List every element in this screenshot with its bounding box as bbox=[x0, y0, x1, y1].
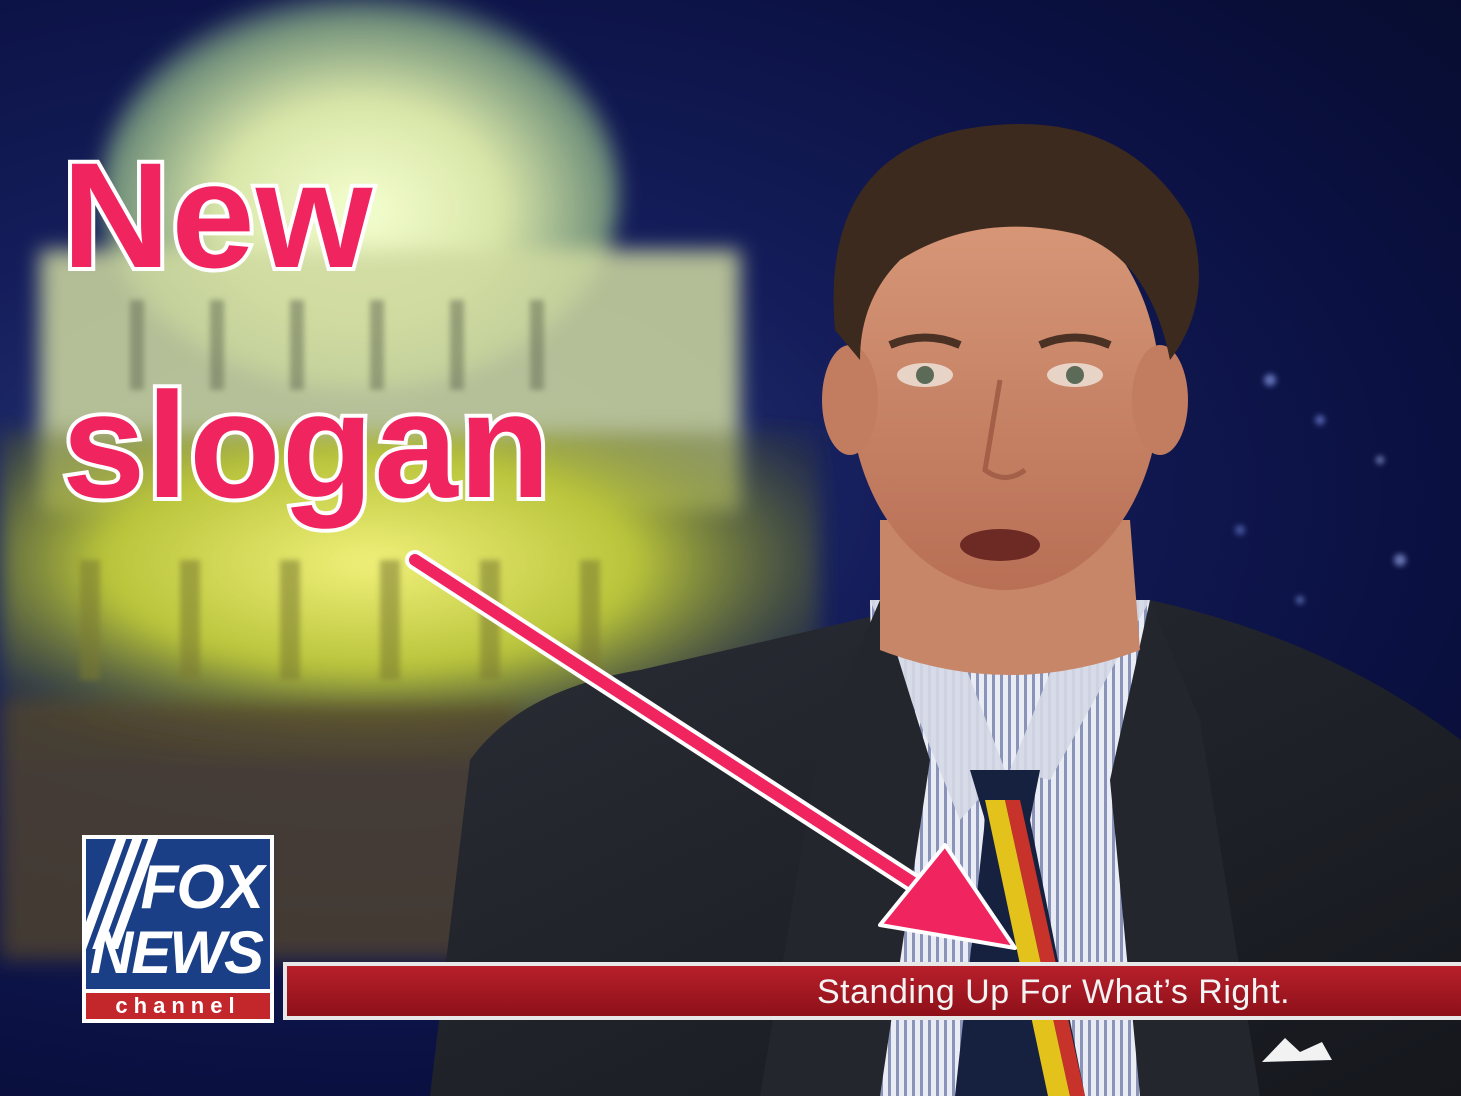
logo-word-channel: channel bbox=[115, 993, 241, 1018]
logo-red-panel: channel bbox=[86, 993, 270, 1019]
logo-blue-panel: FOX NEWS bbox=[86, 839, 270, 989]
logo-word-news: NEWS bbox=[90, 919, 264, 986]
annotation-new-label: New bbox=[58, 131, 376, 299]
slogan-text: Standing Up For What’s Right. bbox=[817, 973, 1291, 1011]
mouth bbox=[960, 529, 1040, 561]
logo-word-fox: FOX bbox=[140, 853, 264, 922]
background-lights bbox=[1235, 374, 1406, 604]
video-frame: New slogan FOX NEWS channel Standing Up … bbox=[0, 0, 1461, 1096]
fox-news-logo: FOX NEWS channel bbox=[82, 835, 274, 1023]
lower-third-banner: Standing Up For What’s Right. bbox=[283, 962, 1461, 1020]
annotation-slogan-label: slogan bbox=[58, 361, 554, 529]
